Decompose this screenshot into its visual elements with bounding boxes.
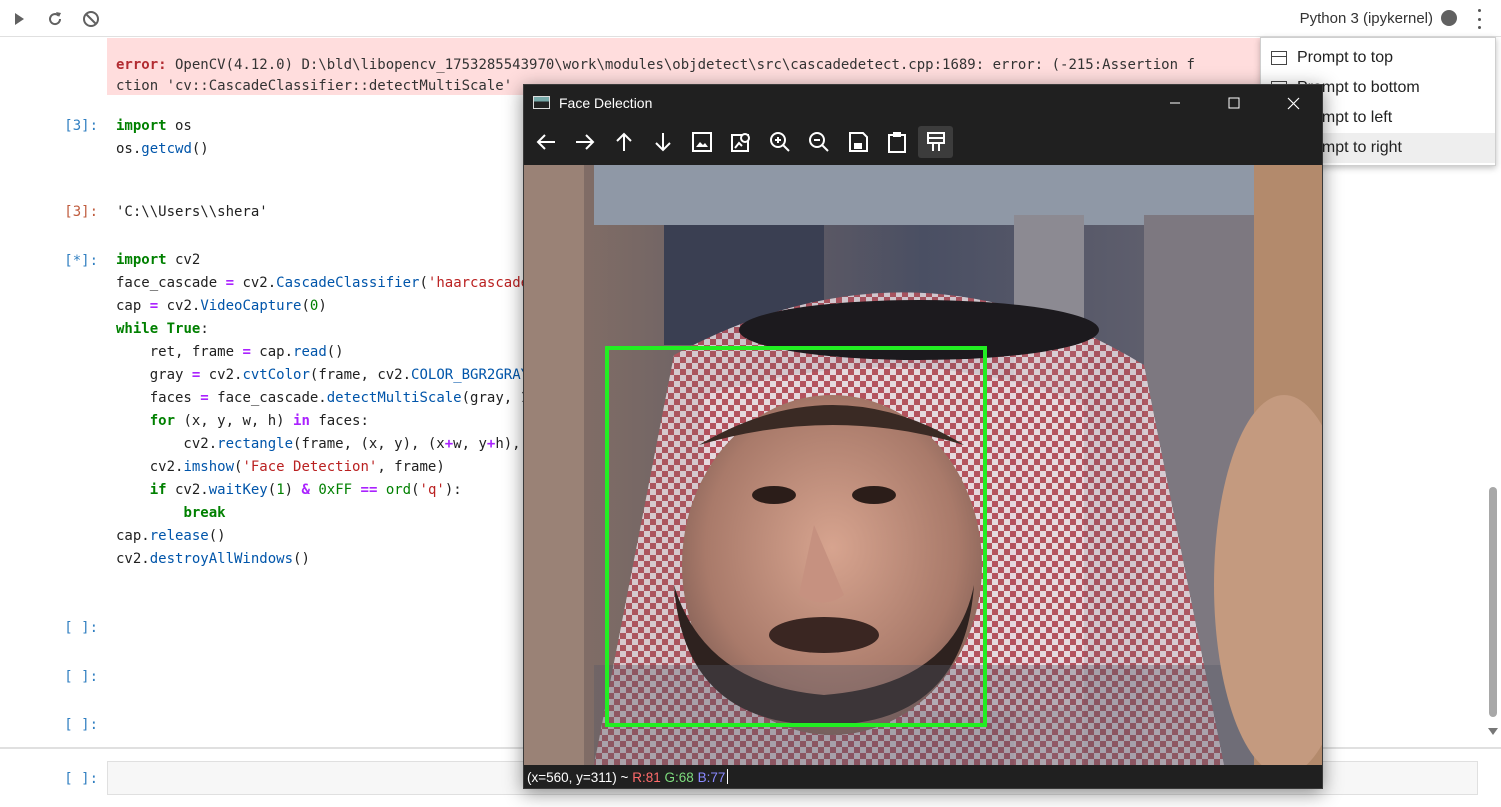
scrollbar-thumb[interactable] [1489,487,1497,717]
clipboard-icon[interactable] [879,126,914,158]
kernel-name[interactable]: Python 3 (ipykernel) [1300,10,1433,27]
scroll-down-icon[interactable] [1488,728,1498,735]
code-token: os. [116,141,142,157]
code-token: os [166,118,192,134]
notebook-toolbar: Python 3 (ipykernel) [0,0,1501,37]
text-caret [727,769,729,784]
output-prompt: [3]: [64,204,98,220]
kebab-icon[interactable] [1475,9,1483,29]
window-titlebar[interactable]: Face Delection [524,85,1322,121]
cell-prompt: [ ]: [64,717,98,733]
cell-prompt: [*]: [64,253,98,269]
menu-item-prompt-top[interactable]: Prompt to top [1261,43,1495,73]
cell-output: 'C:\\Users\\shera' [116,204,268,220]
zoom-out-icon[interactable] [801,126,836,158]
image-icon[interactable] [684,126,719,158]
cell-prompt: [ ]: [64,620,98,636]
cell-prompt: [ ]: [64,771,98,787]
error-line-1: OpenCV(4.12.0) D:\bld\libopencv_17532855… [166,57,1195,73]
camera-frame-image [524,165,1322,765]
face-detection-window: Face Delection (x=560, y=311) ~ R:81 G:6… [523,84,1323,789]
save-icon[interactable] [840,126,875,158]
status-blue: B:77 [697,770,726,785]
error-prefix: error: [116,57,167,73]
status-red: R:81 [632,770,661,785]
minimize-icon[interactable] [1152,91,1198,115]
code-cell[interactable]: import os os.getcwd() [116,115,209,161]
arrow-right-icon[interactable] [567,126,602,158]
maximize-icon[interactable] [1211,91,1257,115]
stop-icon[interactable] [80,8,102,30]
arrow-down-icon[interactable] [645,126,680,158]
code-token: () [191,141,209,157]
code-token: import [116,118,167,134]
arrow-up-icon[interactable] [606,126,641,158]
layout-icon [1271,51,1287,65]
window-title: Face Delection [559,95,653,111]
camera-frame[interactable] [524,165,1322,765]
kernel-status-icon [1441,10,1457,26]
pixel-status-bar: (x=560, y=311) ~ R:81 G:68 B:77 [527,769,729,785]
restart-icon[interactable] [44,8,66,30]
cell-prompt: [ ]: [64,669,98,685]
arrow-left-icon[interactable] [528,126,563,158]
properties-icon[interactable] [918,126,953,158]
play-icon[interactable] [8,8,30,30]
code-token: getcwd [141,141,192,157]
status-coords: (x=560, y=311) ~ [527,770,629,785]
error-line-2: ction 'cv::CascadeClassifier::detectMult… [116,78,513,94]
cell-prompt: [3]: [64,118,98,134]
status-green: G:68 [664,770,694,785]
image-toolbar [528,126,957,160]
menu-item-label: Prompt to top [1297,49,1394,66]
zoom-in-icon[interactable] [762,126,797,158]
close-icon[interactable] [1270,91,1316,115]
image-search-icon[interactable] [723,126,758,158]
app-icon [533,96,550,109]
